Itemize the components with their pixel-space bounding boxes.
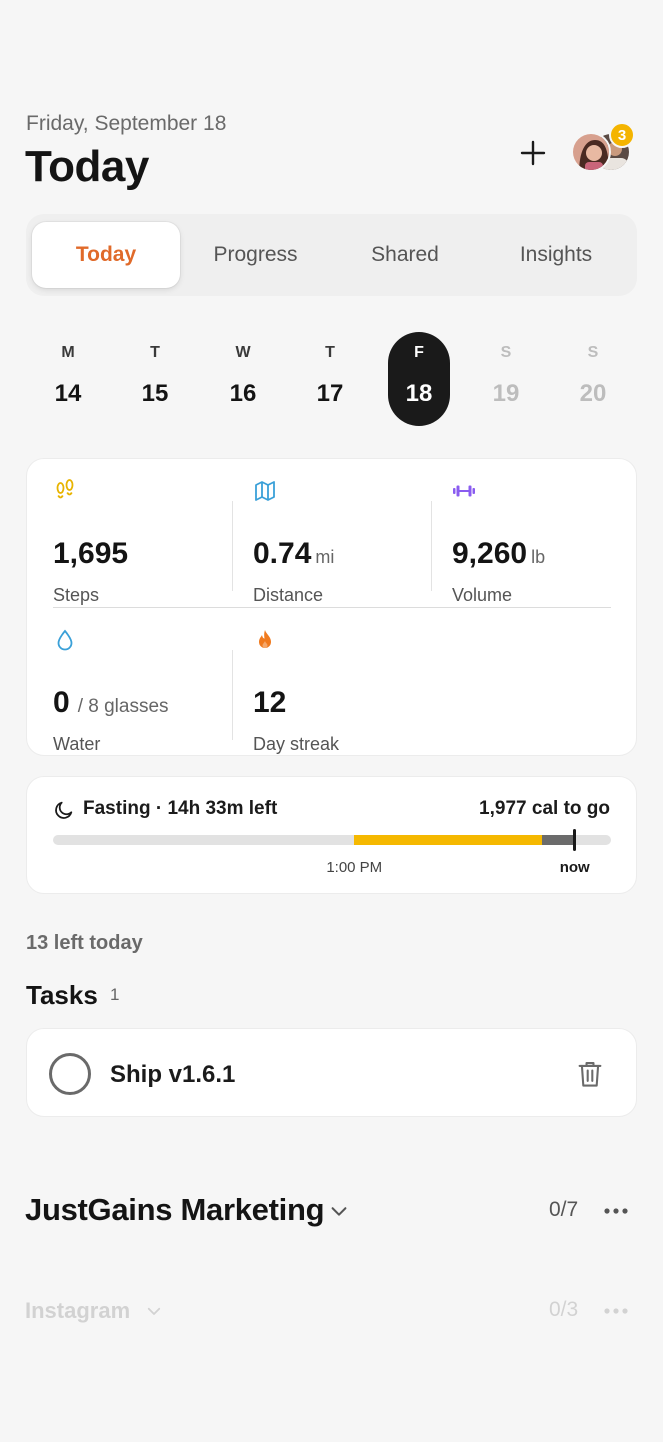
day-letter: F [414,344,424,361]
add-button[interactable] [514,134,552,172]
day-saturday[interactable]: S 19 [475,332,537,426]
day-letter: T [325,344,335,361]
day-number: 14 [54,380,82,407]
tasks-count: 1 [110,985,120,1004]
day-monday[interactable]: M 14 [37,332,99,426]
day-wednesday[interactable]: W 16 [212,332,274,426]
water-drop-icon [57,629,73,651]
date-label: Friday, September 18 [26,112,227,135]
water-number: 0 [53,686,70,719]
flame-icon [259,630,271,648]
day-number: 19 [492,380,520,407]
chevron-down-icon[interactable] [328,1200,350,1222]
task-item[interactable]: Ship v1.6.1 [26,1028,637,1117]
view-tabs: Today Progress Shared Insights [26,214,637,296]
start-time-label: 1:00 PM [326,859,383,876]
chevron-down-icon[interactable] [145,1302,163,1320]
day-thursday[interactable]: T 17 [299,332,361,426]
distance-unit: mi [315,547,335,567]
distance-value: 0.74 mi [253,537,334,571]
more-options-icon[interactable] [602,1300,630,1322]
streak-label: Day streak [253,734,340,754]
volume-value: 9,260 lb [452,537,545,571]
day-tuesday[interactable]: T 15 [124,332,186,426]
stat-streak[interactable]: 12 Day streak [253,628,339,754]
day-letter: S [500,344,512,361]
elapsed-fill [541,835,575,845]
plus-icon [520,140,546,166]
footsteps-icon [56,479,74,499]
tab-shared[interactable]: Shared [332,222,478,288]
stat-volume[interactable]: 9,260 lb Volume [452,479,545,605]
day-letter: W [235,344,251,361]
water-value: 0 / 8 glasses [53,686,169,720]
volume-label: Volume [452,585,513,605]
day-letter: M [61,344,75,361]
stat-water[interactable]: 0 / 8 glasses Water [53,628,169,754]
divider [431,501,432,591]
eating-window-fill [354,835,542,845]
project-progress-count: 0/7 [549,1198,579,1221]
calories-remaining: 1,977 cal to go [479,798,610,819]
streak-value: 12 [253,686,287,719]
project-title[interactable]: JustGains Marketing [25,1192,325,1228]
stat-distance[interactable]: 0.74 mi Distance [253,479,334,605]
day-number: 18 [405,380,433,407]
subproject-progress-count: 0/3 [549,1298,579,1321]
subproject-title[interactable]: Instagram [25,1298,130,1324]
task-checkbox[interactable] [49,1053,91,1095]
day-number: 20 [579,380,607,407]
tab-progress[interactable]: Progress [183,222,328,288]
distance-number: 0.74 [253,537,312,570]
avatar [571,132,611,172]
page-title: Today [25,142,149,191]
more-options-icon[interactable] [602,1200,630,1222]
tab-today[interactable]: Today [32,222,180,288]
divider [232,501,233,591]
moon-icon [55,801,73,819]
water-label: Water [53,734,101,754]
steps-value: 1,695 [53,537,129,570]
day-number: 15 [141,380,169,407]
day-number: 17 [316,380,344,407]
now-label: now [559,859,590,876]
distance-label: Distance [253,585,324,605]
tasks-left-summary: 13 left today [26,932,143,954]
steps-label: Steps [53,585,100,605]
delete-task-button[interactable] [576,1059,604,1089]
map-icon [255,481,275,501]
notification-badge: 3 [609,122,635,148]
fasting-card[interactable]: Fasting · 14h 33m left 1,977 cal to go 1… [26,776,637,894]
avatar-group[interactable]: 3 [571,122,635,176]
tasks-heading: Tasks [26,980,98,1010]
day-number: 16 [229,380,257,407]
day-sunday[interactable]: S 20 [562,332,624,426]
day-friday-selected[interactable]: F 18 [388,332,450,426]
volume-unit: lb [531,547,546,567]
fasting-status: Fasting · 14h 33m left [83,798,278,819]
day-letter: S [587,344,599,361]
volume-number: 9,260 [452,537,528,570]
divider [53,607,611,608]
stat-steps[interactable]: 1,695 Steps [53,479,128,605]
task-label: Ship v1.6.1 [110,1061,236,1088]
day-letter: T [150,344,160,361]
trash-icon [578,1062,602,1087]
fasting-progress-bar [53,835,611,845]
now-marker [573,829,577,851]
tab-insights[interactable]: Insights [481,222,631,288]
water-unit: / 8 glasses [77,696,169,717]
divider [232,650,233,740]
stats-card[interactable]: 1,695 Steps 0.74 mi Distance 9,260 lb Volu… [26,458,637,756]
dumbbell-icon [453,485,475,497]
